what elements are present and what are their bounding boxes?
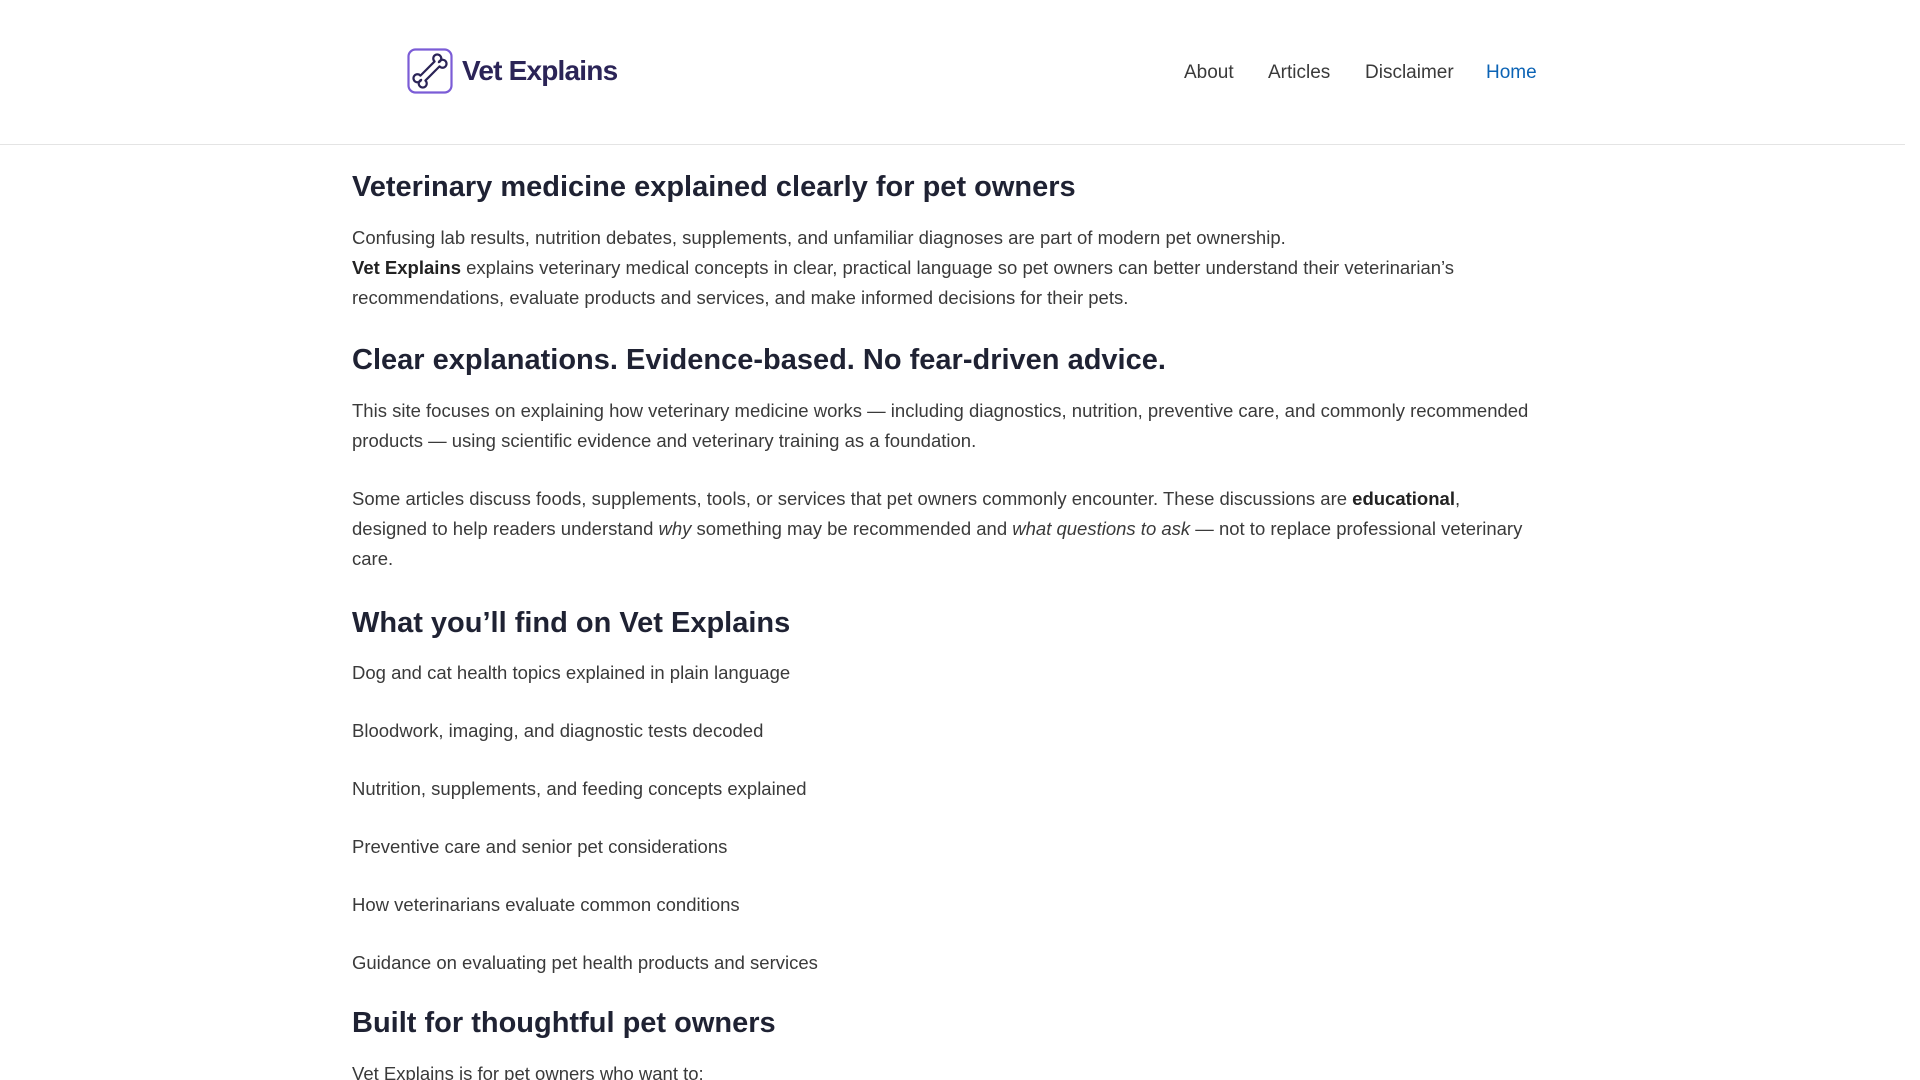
educational-em-questions: what questions to ask xyxy=(1012,517,1191,539)
topics-list: Dog and cat health topics explained in p… xyxy=(352,658,1538,978)
site-header: Vet Explains About Articles Disclaimer H… xyxy=(0,0,1905,145)
educational-em-why: why xyxy=(658,517,692,539)
section-heading-what-youll-find: What you’ll find on Vet Explains xyxy=(352,606,791,639)
list-item: Preventive care and senior pet considera… xyxy=(352,836,728,858)
section-heading-built-for: Built for thoughtful pet owners xyxy=(352,1007,776,1040)
nav-item-about[interactable]: About xyxy=(1184,58,1234,88)
built-for-intro: Vet Explains is for pet owners who want … xyxy=(352,1063,704,1080)
nav-item-home[interactable]: Home xyxy=(1486,58,1537,88)
educational-paragraph: Some articles discuss foods, supplements… xyxy=(352,484,1538,574)
intro-paragraph-2-text: explains veterinary medical concepts in … xyxy=(352,256,1455,308)
educational-bold: educational xyxy=(1352,487,1455,509)
site-focus-paragraph: This site focuses on explaining how vete… xyxy=(352,399,1529,451)
main-nav: About Articles Disclaimer Home xyxy=(0,58,1905,88)
intro-paragraph-1: Confusing lab results, nutrition debates… xyxy=(352,226,1286,248)
page: Vet Explains About Articles Disclaimer H… xyxy=(0,0,1905,1080)
educational-text-c: something may be recommended and xyxy=(691,517,1013,539)
main-content: Veterinary medicine explained clearly fo… xyxy=(352,170,1538,1080)
educational-text-a: Some articles discuss foods, supplements… xyxy=(352,487,1353,509)
section-heading-clear-explanations: Clear explanations. Evidence-based. No f… xyxy=(352,343,1166,376)
list-item: Dog and cat health topics explained in p… xyxy=(352,662,791,684)
list-item: How veterinarians evaluate common condit… xyxy=(352,894,740,916)
list-item: Bloodwork, imaging, and diagnostic tests… xyxy=(352,720,764,742)
intro-brand-name: Vet Explains xyxy=(352,256,461,278)
list-item: Nutrition, supplements, and feeding conc… xyxy=(352,778,807,800)
list-item: Guidance on evaluating pet health produc… xyxy=(352,952,818,974)
nav-item-articles[interactable]: Articles xyxy=(1268,58,1330,88)
intro-paragraph-2: Vet Explains explains veterinary medical… xyxy=(352,253,1538,313)
nav-item-disclaimer[interactable]: Disclaimer xyxy=(1365,58,1454,88)
page-title: Veterinary medicine explained clearly fo… xyxy=(352,171,1076,203)
